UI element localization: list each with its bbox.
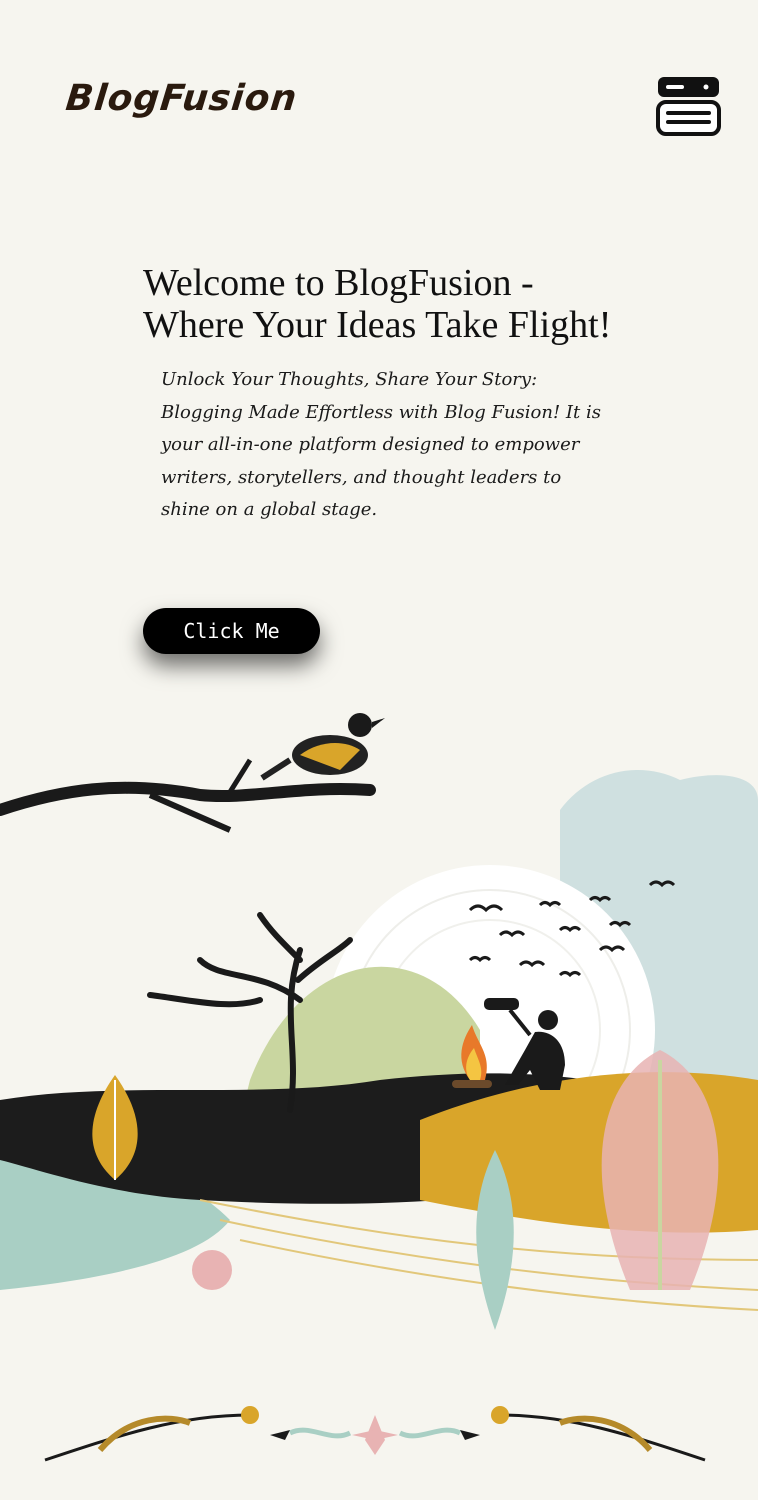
site-header: BlogFusion [0,0,758,180]
floral-ornament [44,1406,706,1462]
click-me-button[interactable]: Click Me [143,608,320,654]
hero-description: Unlock Your Thoughts, Share Your Story: … [161,369,601,520]
hero-title: Welcome to BlogFusion - Where Your Ideas… [143,262,612,346]
nature-illustration [0,713,758,1330]
site-logo[interactable]: BlogFusion [64,78,299,119]
bird-on-branch-icon [0,713,385,833]
menu-icon[interactable] [656,76,721,136]
hero-section: Welcome to BlogFusion - Where Your Ideas… [143,262,613,527]
